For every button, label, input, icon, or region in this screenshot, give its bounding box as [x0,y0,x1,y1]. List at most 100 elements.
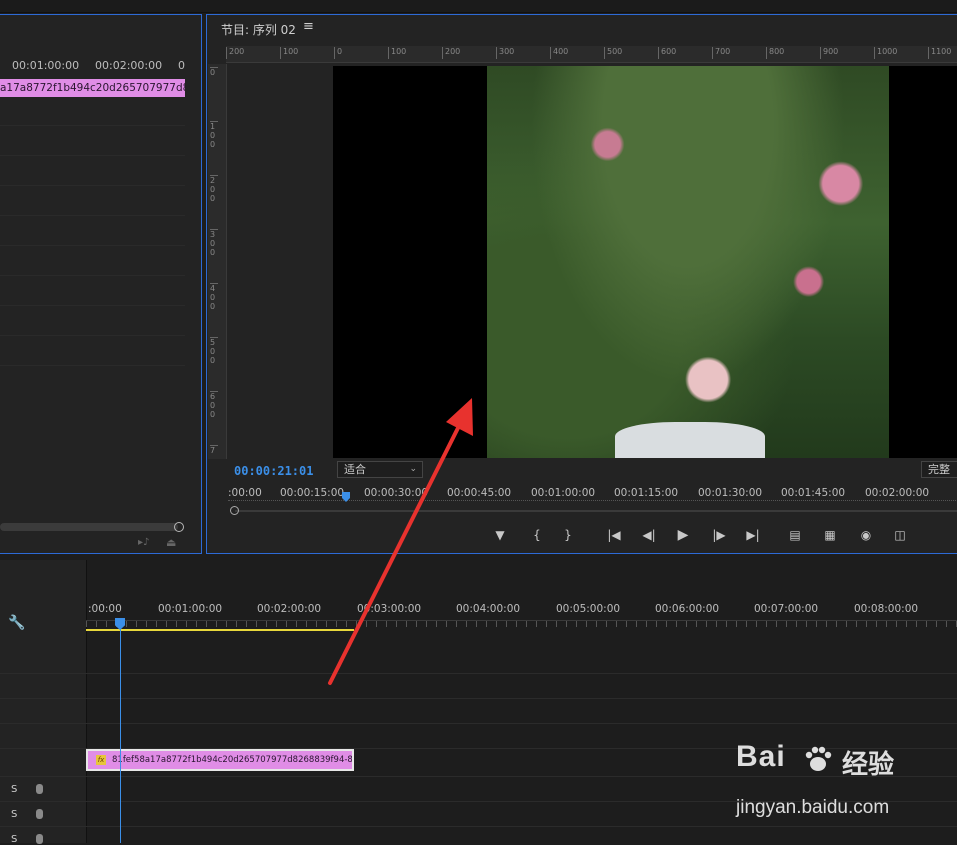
timeline-timestamp: 00:07:00:00 [754,603,819,615]
ruler-time-label: 00:01:00:00 [531,487,596,499]
ruler-label: 100 [388,47,406,59]
zoom-scrollbar[interactable] [235,510,957,512]
lift-icon[interactable]: ▤ [786,527,804,543]
marker-icon[interactable]: ▼ [491,527,509,543]
ruler-label: 1 0 0 [210,121,218,149]
ruler-label: 200 [442,47,460,59]
panel-menu-icon[interactable]: ≡ [303,19,314,34]
mark-out-icon[interactable]: } [559,527,577,543]
timeline-clip[interactable]: fx 81fef58a17a8772f1b494c20d265707977d826… [86,749,354,771]
go-to-in-icon[interactable]: |◀ [605,527,623,543]
track-divider [0,776,86,777]
fx-badge: fx [96,754,106,765]
top-strip [0,0,957,13]
step-forward-icon[interactable]: |▶ [710,527,728,543]
table-shape [615,422,765,458]
timeline-timestamp: 00:02:00:00 [257,603,322,615]
track-divider [86,673,957,674]
microphone-icon[interactable] [36,809,43,819]
ruler-time-label: :00:00 [228,487,262,499]
ruler-label: 0 [210,67,218,77]
track-divider [0,698,86,699]
ruler-label: 1000 [874,47,897,59]
ruler-time-label: 00:01:30:00 [698,487,763,499]
ruler-label: 400 [550,47,568,59]
source-timecode-1: 00:01:00:00 [12,59,80,72]
horizontal-ruler: 200 100 0 100 200 300 400 500 600 700 80… [226,46,957,63]
source-scrollbar[interactable] [0,523,178,531]
quality-label: 完整 [928,463,950,476]
ruler-label: 900 [820,47,838,59]
timeline-timestamp: 00:01:00:00 [158,603,223,615]
ruler-time-label: 00:02:00:00 [865,487,930,499]
source-scroll-knob[interactable] [174,522,184,532]
track-divider [0,826,86,827]
source-timecode-2: 00:02:00:00 [95,59,163,72]
paw-icon [805,746,832,771]
row-divider [0,365,185,366]
zoom-fit-select[interactable]: 适合 ⌄ [337,461,423,478]
button-editor-icon[interactable]: ◫ [891,527,909,543]
wrench-icon[interactable]: 🔧 [8,615,25,631]
ruler-label: 300 [496,47,514,59]
ruler-time-label: 00:00:45:00 [447,487,512,499]
row-divider [0,125,185,126]
play-icon[interactable]: ▶ [674,527,692,543]
go-to-out-icon[interactable]: ▶| [744,527,762,543]
solo-toggle[interactable]: S [11,784,17,795]
timeline-timestamp: 00:03:00:00 [357,603,422,615]
chevron-down-icon: ⌄ [409,464,417,474]
program-viewer[interactable] [333,66,957,458]
track-divider [0,723,86,724]
row-divider [0,215,185,216]
clip-name: 81fef58a17a8772f1b494c20d265707977d82688… [112,755,352,765]
ruler-ticks [228,500,957,505]
playhead-line [120,628,121,843]
source-timecode-3: 0 [178,59,185,72]
timeline-timestamp: 00:05:00:00 [556,603,621,615]
track-divider [86,723,957,724]
program-title[interactable]: 节目: 序列 02 [221,21,296,38]
ruler-label: 1100 [928,47,951,59]
ruler-label: 800 [766,47,784,59]
row-divider [0,245,185,246]
extract-icon[interactable]: ▦ [821,527,839,543]
microphone-icon[interactable] [36,784,43,794]
row-divider [0,275,185,276]
fit-label: 适合 [344,463,366,476]
mark-in-icon[interactable]: { [528,527,546,543]
ruler-label: 500 [604,47,622,59]
source-monitor-panel: 00:01:00:00 00:02:00:00 0 a17a8772f1b494… [0,14,202,554]
watermark-jingyan: 经验 [842,750,895,780]
ruler-label: 7 [210,445,218,455]
camera-icon[interactable]: ◉ [857,527,875,543]
playhead-timecode[interactable]: 00:00:21:01 [234,464,313,478]
timeline-timestamp: :00:00 [88,603,122,615]
solo-toggle[interactable]: S [11,809,17,820]
export-icon[interactable]: ⏏ [166,536,176,549]
solo-toggle[interactable]: S [11,834,17,845]
timeline-timestamp: 00:04:00:00 [456,603,521,615]
zoom-scroll-knob[interactable] [230,506,239,515]
ruler-time-label: 00:00:30:00 [364,487,429,499]
step-back-icon[interactable]: ◀| [640,527,658,543]
track-divider [86,776,957,777]
track-divider [86,698,957,699]
track-divider [0,673,86,674]
source-clip[interactable]: a17a8772f1b494c20d265707977d826 [0,79,185,97]
audio-icon[interactable]: ▸♪ [138,537,149,548]
track-divider [86,826,957,827]
ruler-label: 6 0 0 [210,391,218,419]
row-divider [0,335,185,336]
timeline-timestamp: 00:06:00:00 [655,603,720,615]
timeline-timestamp: 00:08:00:00 [854,603,919,615]
ruler-label: 4 0 0 [210,283,218,311]
track-divider [0,801,86,802]
ruler-label: 2 0 0 [210,175,218,203]
timeline-ticks[interactable] [86,620,957,627]
row-divider [0,185,185,186]
garden-image [487,66,889,458]
work-area-bar[interactable] [86,629,354,631]
playback-quality-select[interactable]: 完整 [921,461,957,478]
clip-body: fx 81fef58a17a8772f1b494c20d265707977d826… [88,751,352,769]
